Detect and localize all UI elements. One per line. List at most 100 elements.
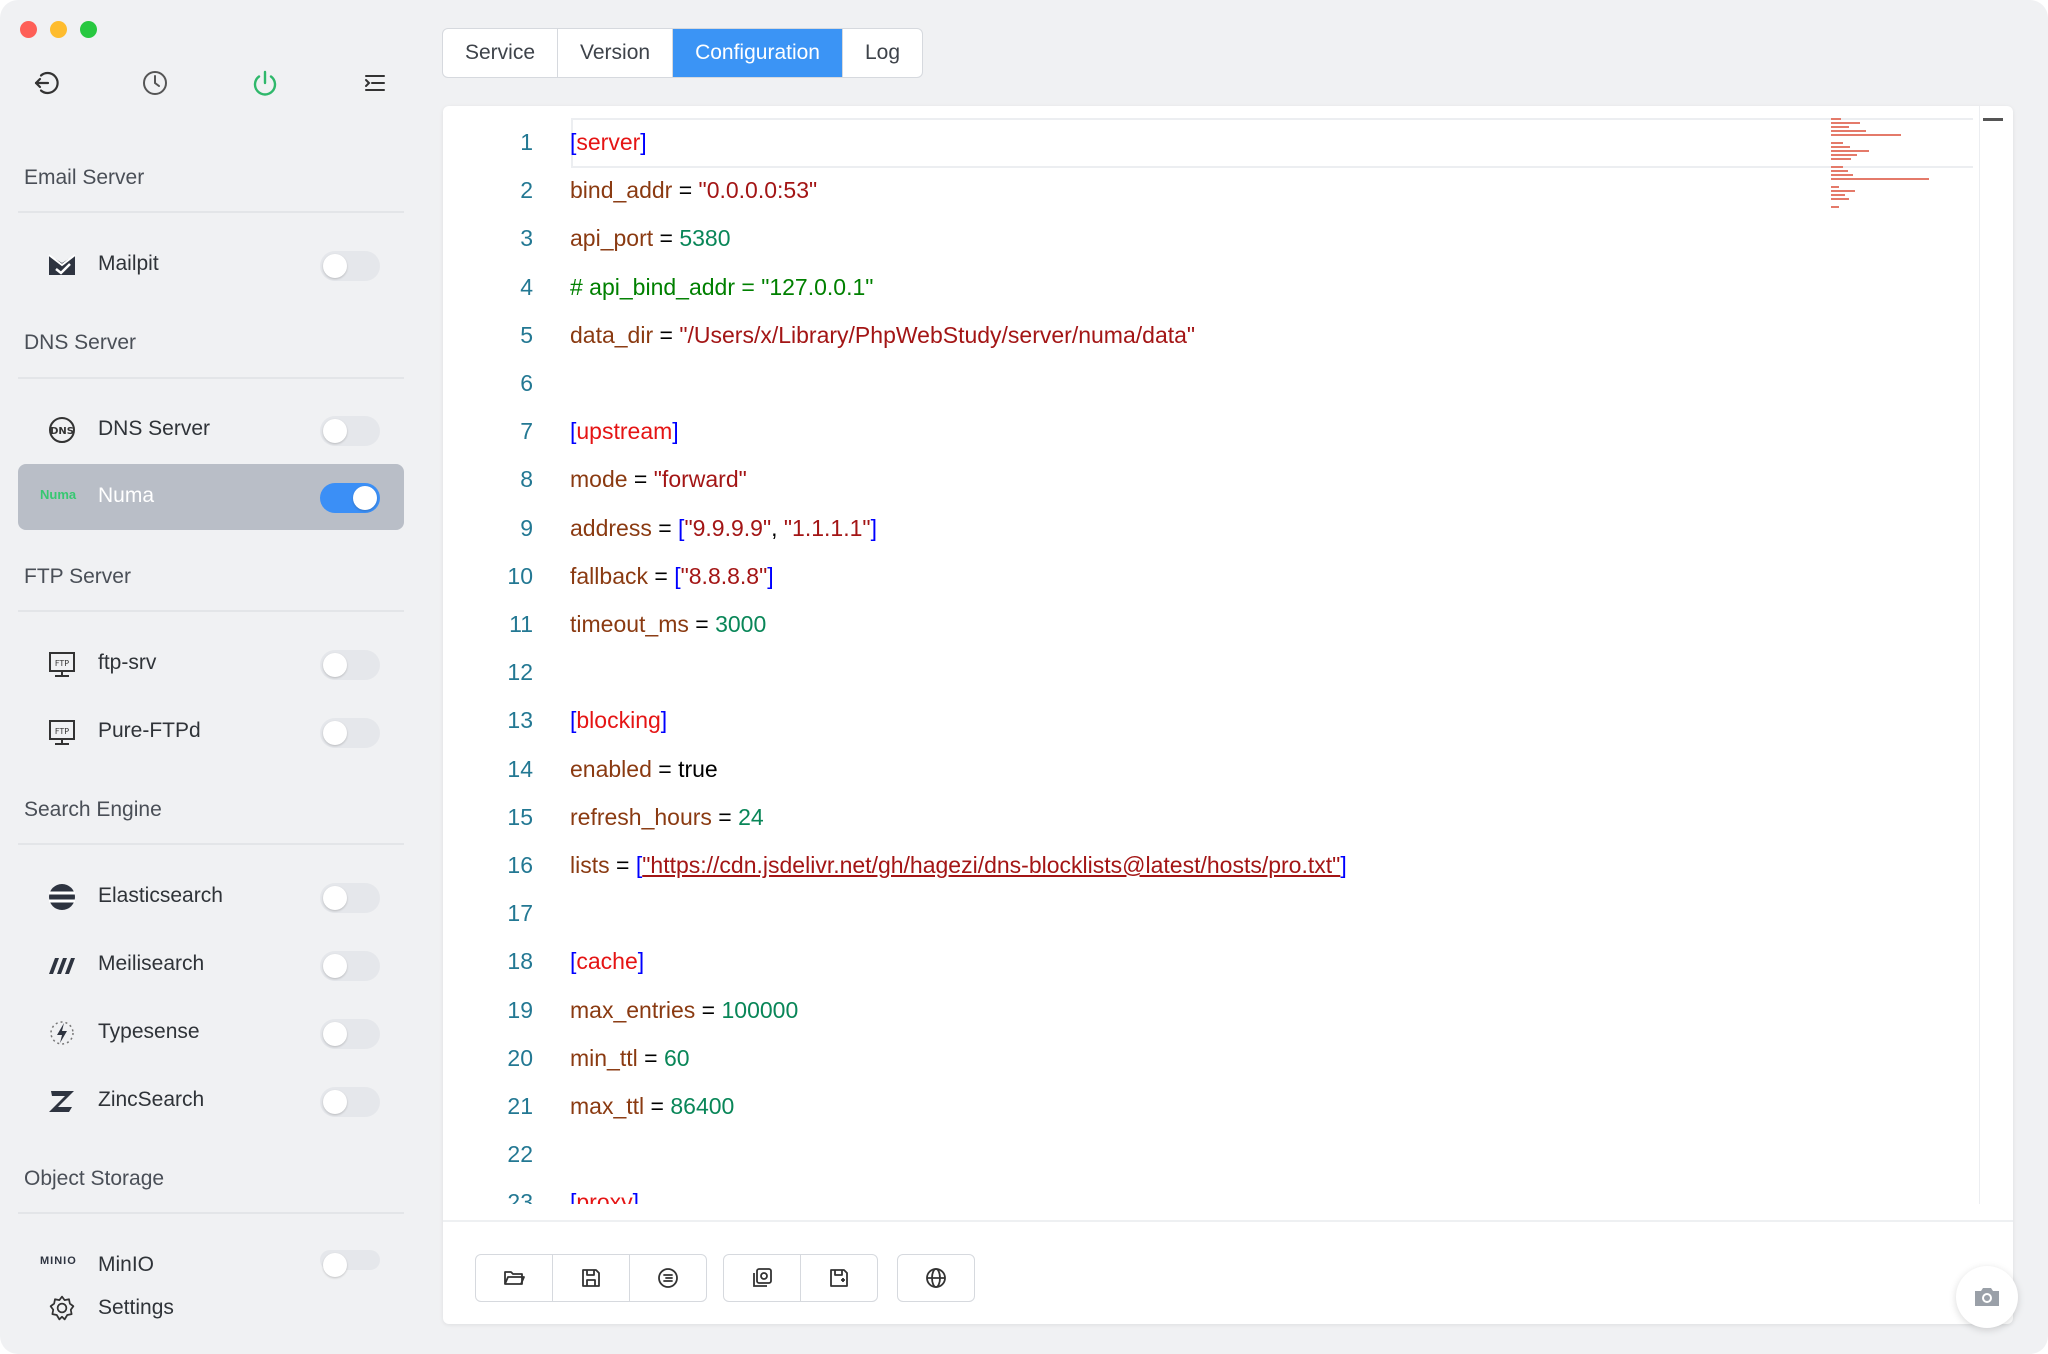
sidebar-item-zincsearch[interactable]: ZincSearch bbox=[18, 1068, 404, 1134]
load-default-button[interactable] bbox=[724, 1255, 801, 1301]
sidebar-item-elasticsearch[interactable]: Elasticsearch bbox=[18, 864, 404, 930]
code-line[interactable]: 1 [server] bbox=[443, 118, 1943, 166]
settings-button[interactable]: Settings bbox=[18, 1290, 404, 1330]
ftp-icon: FTP bbox=[46, 716, 78, 748]
sidebar-item-label: ftp-srv bbox=[98, 651, 157, 674]
line-content: # api_bind_addr = "127.0.0.1" bbox=[570, 273, 874, 300]
line-number: 18 bbox=[507, 948, 533, 975]
svg-text:DNS: DNS bbox=[50, 426, 74, 437]
ftp-srv-toggle[interactable] bbox=[320, 650, 380, 680]
gear-icon bbox=[48, 1294, 76, 1322]
section-divider bbox=[18, 843, 404, 845]
line-number: 4 bbox=[520, 273, 533, 300]
sidebar-toolbar bbox=[0, 66, 418, 106]
line-number: 17 bbox=[507, 900, 533, 927]
open-web-button[interactable] bbox=[898, 1255, 974, 1301]
sidebar-item-minio[interactable]: MINIO MinIO bbox=[18, 1233, 404, 1277]
sidebar-item-label: Numa bbox=[98, 484, 155, 507]
open-folder-icon bbox=[504, 1271, 525, 1285]
zincsearch-toggle[interactable] bbox=[320, 1087, 380, 1117]
sidebar-item-numa[interactable]: Numa Numa bbox=[18, 464, 404, 530]
mailpit-toggle[interactable] bbox=[320, 251, 380, 281]
code-line[interactable]: 20 min_ttl = 60 bbox=[443, 1034, 1943, 1082]
default-config-group bbox=[723, 1254, 878, 1302]
meilisearch-toggle[interactable] bbox=[320, 951, 380, 981]
save-button[interactable] bbox=[553, 1255, 630, 1301]
sidebar-item-dns-server[interactable]: DNS DNS Server bbox=[18, 397, 404, 463]
line-number: 11 bbox=[509, 611, 533, 637]
section-title-ftp: FTP Server bbox=[24, 565, 131, 588]
code-line[interactable]: 14 enabled = true bbox=[443, 745, 1943, 793]
code-line[interactable]: 6 bbox=[443, 359, 1943, 407]
line-number: 12 bbox=[507, 659, 533, 686]
code-line[interactable]: 12 bbox=[443, 648, 1943, 696]
line-content: min_ttl = 60 bbox=[570, 1044, 690, 1071]
minio-toggle[interactable] bbox=[320, 1250, 380, 1277]
tab-configuration[interactable]: Configuration bbox=[673, 29, 843, 77]
section-title-email: Email Server bbox=[24, 166, 145, 189]
zincsearch-icon bbox=[46, 1085, 78, 1117]
sidebar-item-label: MinIO bbox=[98, 1253, 155, 1276]
numa-toggle[interactable] bbox=[320, 483, 380, 513]
open-folder-button[interactable] bbox=[476, 1255, 553, 1301]
power-icon[interactable] bbox=[248, 66, 282, 100]
format-button[interactable] bbox=[630, 1255, 706, 1301]
pure-ftpd-toggle[interactable] bbox=[320, 718, 380, 748]
code-line[interactable]: 16 lists = ["https://cdn.jsdelivr.net/gh/… bbox=[443, 841, 1943, 889]
code-line[interactable]: 13 [blocking] bbox=[443, 696, 1943, 744]
section-divider bbox=[18, 610, 404, 612]
section-divider bbox=[18, 1212, 404, 1214]
editor-scrollbar[interactable] bbox=[1979, 106, 1980, 1204]
tab-service[interactable]: Service bbox=[443, 29, 559, 77]
line-number: 13 bbox=[507, 707, 533, 734]
elasticsearch-toggle[interactable] bbox=[320, 883, 380, 913]
back-icon[interactable] bbox=[28, 66, 62, 100]
screenshot-button[interactable] bbox=[1956, 1266, 2018, 1328]
line-number: 20 bbox=[507, 1044, 533, 1071]
numa-logo: Numa bbox=[40, 487, 77, 502]
code-line[interactable]: 19 max_entries = 100000 bbox=[443, 986, 1943, 1034]
code-line[interactable]: 7 [upstream] bbox=[443, 407, 1943, 455]
tab-log[interactable]: Log bbox=[843, 29, 922, 77]
code-line[interactable]: 15 refresh_hours = 24 bbox=[443, 793, 1943, 841]
dns-server-toggle[interactable] bbox=[320, 416, 380, 446]
typesense-toggle[interactable] bbox=[320, 1019, 380, 1049]
history-icon[interactable] bbox=[138, 66, 172, 100]
line-content: [proxy] bbox=[570, 1189, 640, 1204]
save-default-button[interactable] bbox=[801, 1255, 877, 1301]
line-number: 2 bbox=[520, 177, 533, 204]
code-line[interactable]: 23 [proxy] bbox=[443, 1178, 1943, 1204]
code-line[interactable]: 2 bind_addr = "0.0.0.0:53" bbox=[443, 166, 1943, 214]
mailpit-icon bbox=[46, 249, 78, 281]
sidebar-item-ftp-srv[interactable]: FTP ftp-srv bbox=[18, 631, 404, 697]
line-content: data_dir = "/Users/x/Library/PhpWebStudy… bbox=[570, 321, 1196, 348]
tab-version[interactable]: Version bbox=[558, 29, 674, 77]
camera-icon bbox=[1975, 1288, 1999, 1306]
line-number: 7 bbox=[520, 418, 533, 445]
line-content: [blocking] bbox=[570, 707, 668, 734]
code-line[interactable]: 18 [cache] bbox=[443, 937, 1943, 985]
sidebar-item-mailpit[interactable]: Mailpit bbox=[18, 232, 404, 298]
code-line[interactable]: 4 # api_bind_addr = "127.0.0.1" bbox=[443, 263, 1943, 311]
code-line[interactable]: 10 fallback = ["8.8.8.8"] bbox=[443, 552, 1943, 600]
code-line[interactable]: 22 bbox=[443, 1130, 1943, 1178]
line-number: 21 bbox=[507, 1093, 533, 1119]
code-editor[interactable]: 1 [server] 2 bind_addr = "0.0.0.0:53" 3 api_p… bbox=[443, 106, 2013, 1204]
code-line[interactable]: 11 timeout_ms = 3000 bbox=[443, 600, 1943, 648]
file-actions-group bbox=[475, 1254, 707, 1302]
code-line[interactable]: 9 address = ["9.9.9.9", "1.1.1.1"] bbox=[443, 504, 1943, 552]
section-title-dns: DNS Server bbox=[24, 331, 137, 354]
code-line[interactable]: 5 data_dir = "/Users/x/Library/PhpWebStud… bbox=[443, 311, 1943, 359]
code-line[interactable]: 8 mode = "forward" bbox=[443, 455, 1943, 503]
menu-icon[interactable] bbox=[358, 66, 392, 100]
sidebar-item-meilisearch[interactable]: Meilisearch bbox=[18, 932, 404, 998]
typesense-icon bbox=[46, 1017, 78, 1049]
code-line[interactable]: 21 max_ttl = 86400 bbox=[443, 1082, 1943, 1130]
sidebar-item-typesense[interactable]: Typesense bbox=[18, 1000, 404, 1066]
line-content: [upstream] bbox=[570, 418, 679, 445]
code-line[interactable]: 3 api_port = 5380 bbox=[443, 214, 1943, 262]
sidebar-item-label: Typesense bbox=[98, 1020, 200, 1043]
sidebar-item-pure-ftpd[interactable]: FTP Pure-FTPd bbox=[18, 699, 404, 765]
code-line[interactable]: 17 bbox=[443, 889, 1943, 937]
load-default-icon bbox=[753, 1268, 772, 1287]
